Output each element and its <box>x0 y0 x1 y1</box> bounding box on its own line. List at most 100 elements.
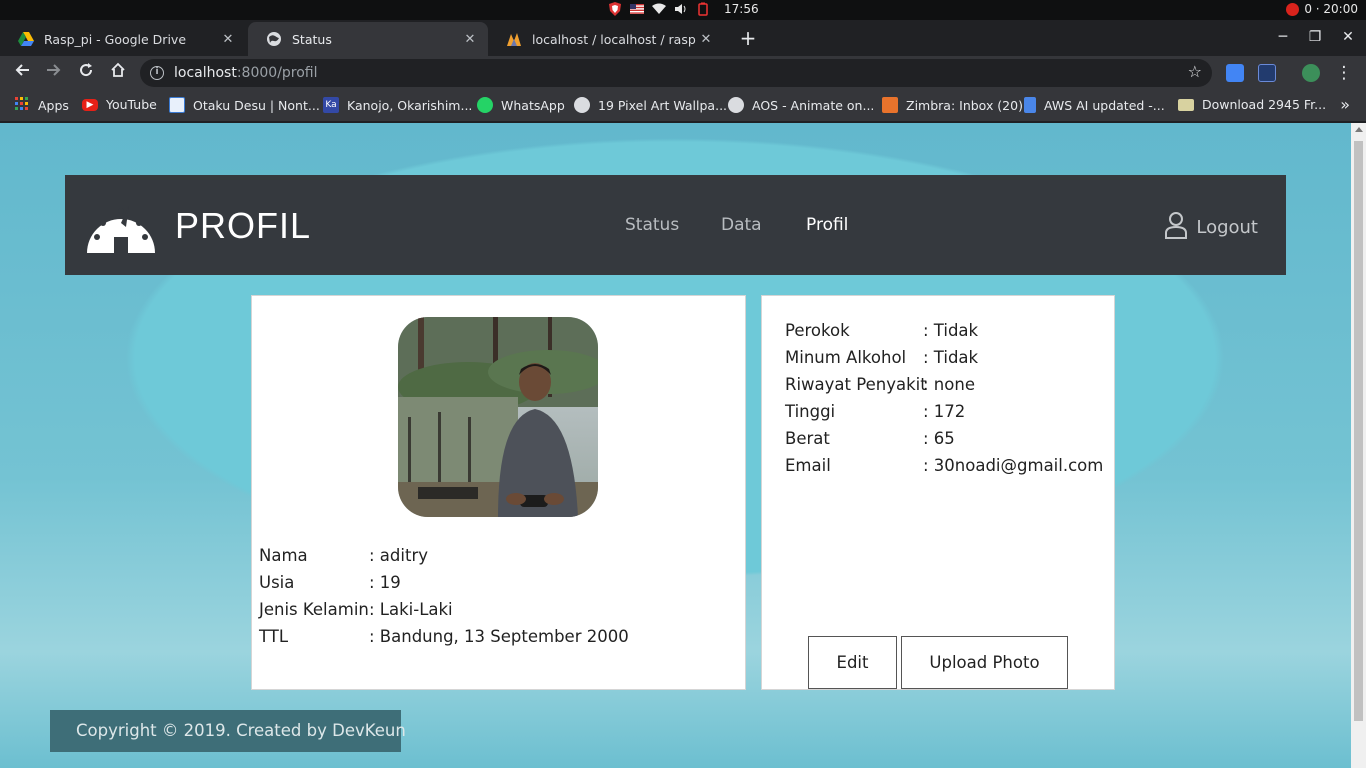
info-row-usia: Usia : 19 <box>259 569 629 596</box>
bookmark-label: Apps <box>38 97 69 113</box>
kanojo-icon: Ka <box>323 97 339 113</box>
tab-title: localhost / localhost / rasp / use <box>532 31 698 47</box>
bookmark-aos[interactable]: AOS - Animate on... <box>728 97 874 113</box>
forward-arrow-icon[interactable] <box>42 61 66 85</box>
bookmark-download[interactable]: Download 2945 Fr... <box>1178 97 1326 112</box>
scrollbar-thumb[interactable] <box>1354 141 1363 721</box>
site-info-icon[interactable]: i <box>150 66 164 80</box>
close-window-icon[interactable]: ✕ <box>1338 27 1358 47</box>
info-value: : Tidak <box>923 348 979 367</box>
info-value: : 172 <box>923 402 966 421</box>
close-tab-icon[interactable]: ✕ <box>220 32 236 47</box>
info-row-nama: Nama : aditry <box>259 542 629 569</box>
profile-photo[interactable] <box>398 317 598 517</box>
info-value: : 19 <box>369 573 401 592</box>
info-row-email: Email : 30noadi@gmail.com <box>785 452 1103 479</box>
system-tray: 17:56 <box>608 2 759 16</box>
tab-phpmyadmin[interactable]: localhost / localhost / rasp / use ✕ <box>488 22 724 56</box>
close-tab-icon[interactable]: ✕ <box>462 32 478 47</box>
wifi-icon[interactable] <box>652 2 666 16</box>
info-value: : Tidak <box>923 321 979 340</box>
info-row-tinggi: Tinggi : 172 <box>785 398 1103 425</box>
url-path: :8000/profil <box>236 65 318 81</box>
address-bar[interactable]: i localhost:8000/profil ☆ <box>140 59 1212 87</box>
bookmarks-overflow-icon[interactable]: » <box>1340 95 1350 114</box>
health-info-table: Perokok : Tidak Minum Alkohol : Tidak Ri… <box>785 317 1103 479</box>
info-key: Minum Alkohol <box>785 348 907 367</box>
bookmark-label: Otaku Desu | Nont... <box>193 97 320 113</box>
apps-grid-icon <box>14 97 30 113</box>
battery-icon[interactable] <box>696 2 710 16</box>
tab-strip: Rasp_pi - Google Drive ✕ Status ✕ localh… <box>0 20 1366 56</box>
globe-icon <box>574 97 590 113</box>
bookmark-label: Kanojo, Okarishim... <box>347 97 473 113</box>
page-scrollbar[interactable] <box>1351 123 1366 768</box>
user-icon <box>1164 211 1188 244</box>
bookmark-aws-ai[interactable]: AWS AI updated -... <box>1024 97 1165 113</box>
bookmark-label: WhatsApp <box>501 97 565 113</box>
tomato-icon <box>1286 2 1300 16</box>
logout-button[interactable]: Logout <box>1164 211 1258 244</box>
bookmark-otakudesu[interactable]: Otaku Desu | Nont... <box>169 97 320 113</box>
info-row-perokok: Perokok : Tidak <box>785 317 1103 344</box>
personal-info-table: Nama : aditry Usia : 19 Jenis Kelamin : … <box>259 542 629 650</box>
bookmark-zimbra[interactable]: Zimbra: Inbox (20) <box>882 97 1023 113</box>
health-info-card: Perokok : Tidak Minum Alkohol : Tidak Ri… <box>761 295 1115 690</box>
google-translate-icon[interactable] <box>1226 64 1244 82</box>
back-arrow-icon[interactable] <box>10 61 34 85</box>
us-flag-icon[interactable] <box>630 2 644 16</box>
new-tab-button[interactable]: + <box>736 27 760 51</box>
bookmark-kanojo[interactable]: Ka Kanojo, Okarishim... <box>323 97 472 113</box>
pomodoro-text: 0 · 20:00 <box>1304 2 1358 16</box>
bookmark-label: AWS AI updated -... <box>1044 97 1165 113</box>
scroll-up-icon[interactable] <box>1355 127 1363 132</box>
bookmark-youtube[interactable]: ▶ YouTube <box>82 97 157 112</box>
close-tab-icon[interactable]: ✕ <box>698 32 714 47</box>
info-value: : aditry <box>369 546 428 565</box>
volume-icon[interactable] <box>674 2 688 16</box>
url-text[interactable]: localhost:8000/profil <box>174 65 318 81</box>
bookmark-star-icon[interactable]: ☆ <box>1188 62 1202 81</box>
zimbra-icon <box>882 97 898 113</box>
info-value: : none <box>923 375 975 394</box>
bookmark-label: 19 Pixel Art Wallpa... <box>598 97 728 113</box>
page-viewport: PROFIL Status Data Profil Logout Nama: … <box>0 123 1351 768</box>
shield-icon[interactable] <box>608 2 622 16</box>
clock[interactable]: 17:56 <box>724 2 759 16</box>
more-menu-icon[interactable]: ⋮ <box>1332 61 1356 85</box>
bookmark-label: AOS - Animate on... <box>752 97 875 113</box>
download-icon <box>1178 98 1194 111</box>
bookmark-whatsapp[interactable]: WhatsApp <box>477 97 565 113</box>
upload-photo-button[interactable]: Upload Photo <box>901 636 1068 689</box>
tab-google-drive[interactable]: Rasp_pi - Google Drive ✕ <box>0 22 246 56</box>
otakudesu-icon <box>169 97 185 113</box>
info-value: : 30noadi@gmail.com <box>923 456 1104 475</box>
logout-label: Logout <box>1196 217 1258 238</box>
docs-icon <box>1024 97 1036 113</box>
info-key: Usia <box>259 573 295 592</box>
globe-icon <box>266 31 282 47</box>
tab-status[interactable]: Status ✕ <box>248 22 488 56</box>
home-icon[interactable] <box>106 61 130 85</box>
info-key: Nama <box>259 546 308 565</box>
nav-status[interactable]: Status <box>625 215 679 235</box>
whatsapp-icon <box>477 97 493 113</box>
tab-title: Rasp_pi - Google Drive <box>44 31 187 47</box>
nav-data[interactable]: Data <box>721 215 762 235</box>
footer-copyright: Copyright © 2019. Created by DevKeun <box>50 710 406 752</box>
brand-title[interactable]: PROFIL <box>175 205 311 247</box>
bookmarks-bar: Apps ▶ YouTube Otaku Desu | Nont... Ka K… <box>0 90 1366 122</box>
nav-profil[interactable]: Profil <box>806 215 848 235</box>
bookmark-apps[interactable]: Apps <box>14 97 69 113</box>
pomodoro-indicator[interactable]: 0 · 20:00 <box>1286 2 1358 16</box>
speedometer-logo-icon <box>85 197 157 253</box>
minimize-icon[interactable]: ─ <box>1273 27 1293 47</box>
browser-toolbar: i localhost:8000/profil ☆ ⋮ <box>0 56 1366 90</box>
notion-extension-icon[interactable] <box>1258 64 1276 82</box>
bookmark-pixel-art[interactable]: 19 Pixel Art Wallpa... <box>574 97 727 113</box>
edit-button[interactable]: Edit <box>808 636 897 689</box>
profile-avatar-icon[interactable] <box>1302 64 1320 82</box>
info-value: : Bandung, 13 September 2000 <box>369 627 629 646</box>
restore-icon[interactable]: ❐ <box>1305 27 1325 47</box>
reload-icon[interactable] <box>74 61 98 85</box>
